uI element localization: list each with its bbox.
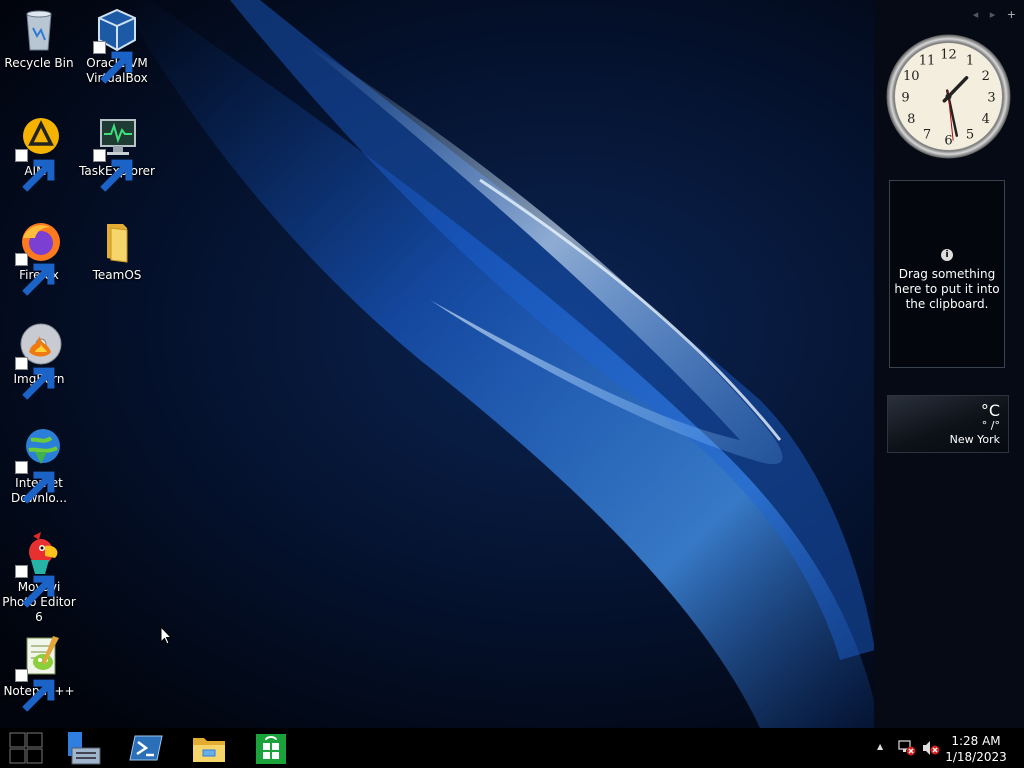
task-explorer-icon [93, 114, 141, 192]
shortcut-arrow-icon [15, 357, 55, 400]
desktop-icon-virtualbox[interactable]: Oracle VM VirtualBox [78, 6, 156, 86]
desktop-wallpaper [0, 0, 1024, 728]
start-button[interactable] [6, 730, 46, 766]
weather-range: ° /° [981, 419, 1000, 432]
desktop-icon-aimp[interactable]: AIMP [0, 114, 78, 192]
sidebar-next-button[interactable]: ▸ [990, 8, 996, 21]
clock-numeral: 8 [907, 112, 915, 127]
mouse-cursor-icon [160, 626, 172, 645]
notepad-plus-plus-icon [15, 634, 63, 712]
powershell-button[interactable] [126, 730, 166, 766]
clock-numeral: 11 [919, 53, 936, 68]
desktop-icon-label: Recycle Bin [4, 56, 74, 70]
store-button[interactable] [251, 730, 291, 766]
desktop-icon-internet-download-manager[interactable]: Internet Downlo... [0, 426, 78, 506]
taskbar-time: 1:28 AM [951, 734, 1001, 748]
shortcut-arrow-icon [15, 565, 55, 608]
movavi-photo-editor-icon [15, 530, 63, 608]
shortcut-arrow-icon [15, 669, 55, 712]
internet-download-manager-icon [15, 426, 63, 504]
clock-numeral: 3 [987, 91, 995, 106]
desktop-icon-recycle-bin[interactable]: Recycle Bin [0, 6, 78, 71]
clock-numeral: 6 [944, 134, 952, 149]
imgburn-icon [15, 322, 63, 400]
desktop-icon-movavi-photo-editor[interactable]: Movavi Photo Editor 6 [0, 530, 78, 625]
clock-numeral: 7 [923, 128, 931, 143]
clock-numeral: 5 [966, 128, 974, 143]
clock-gadget[interactable]: 1234567891011 12 [886, 34, 1011, 159]
recycle-bin-icon [15, 6, 63, 54]
desktop-icon-notepad-plus-plus[interactable]: Notepad++ [0, 634, 78, 712]
clock-numeral: 12 [940, 48, 957, 63]
show-hidden-icons-button[interactable]: ▲ [877, 742, 883, 751]
server-manager-button[interactable] [64, 730, 104, 766]
clock-numeral: 2 [982, 69, 990, 84]
firefox-icon [15, 218, 63, 296]
desktop-icon-taskexplorer[interactable]: TaskExplorer [78, 114, 156, 192]
clock-numeral: 1 [966, 53, 974, 68]
weather-city: New York [949, 433, 1000, 446]
clock-numeral: 10 [903, 69, 920, 84]
weather-temperature: °C [980, 401, 1000, 420]
system-tray: ▲ 1:28 AM 1/18/2023 [874, 728, 1024, 768]
network-icon[interactable] [898, 740, 916, 756]
clipboard-message: Drag something here to put it into the c… [894, 267, 1000, 311]
sidebar-add-gadget-button[interactable]: + [1007, 8, 1016, 21]
aimp-icon [15, 114, 63, 192]
shortcut-arrow-icon [15, 149, 55, 192]
start-icon [9, 732, 43, 764]
store-icon [256, 734, 286, 764]
file-explorer-button[interactable] [189, 730, 229, 766]
desktop-icon-imgburn[interactable]: ImgBurn [0, 322, 78, 400]
weather-gadget[interactable]: °C ° /° New York [887, 395, 1009, 453]
clock-center-pin [945, 93, 952, 100]
taskbar-date: 1/18/2023 [945, 750, 1007, 764]
sidebar-prev-button[interactable]: ◂ [973, 8, 979, 21]
clock-numeral: 4 [982, 112, 990, 127]
desktop-icon-firefox[interactable]: Firefox [0, 218, 78, 296]
clock-numeral: 9 [901, 91, 909, 106]
desktop-icon-teamos[interactable]: TeamOS [78, 218, 156, 283]
shortcut-arrow-icon [15, 461, 55, 504]
sidebar-nav: ◂ ▸ + [965, 8, 1016, 21]
powershell-icon [129, 735, 163, 761]
shortcut-arrow-icon [15, 253, 55, 296]
info-icon: i [941, 249, 953, 261]
desktop-icon-label: TeamOS [92, 268, 142, 282]
shortcut-arrow-icon [93, 41, 133, 84]
taskbar: ▲ 1:28 AM 1/18/2023 [0, 728, 1024, 768]
file-explorer-icon [193, 738, 225, 762]
volume-muted-icon[interactable] [922, 740, 940, 756]
shortcut-arrow-icon [93, 149, 133, 192]
taskbar-clock[interactable]: 1:28 AM 1/18/2023 [944, 733, 1008, 765]
folder-icon [93, 218, 141, 266]
server-manager-icon [68, 732, 101, 765]
virtualbox-icon [93, 6, 141, 84]
clipboard-gadget[interactable]: i Drag something here to put it into the… [889, 180, 1005, 368]
